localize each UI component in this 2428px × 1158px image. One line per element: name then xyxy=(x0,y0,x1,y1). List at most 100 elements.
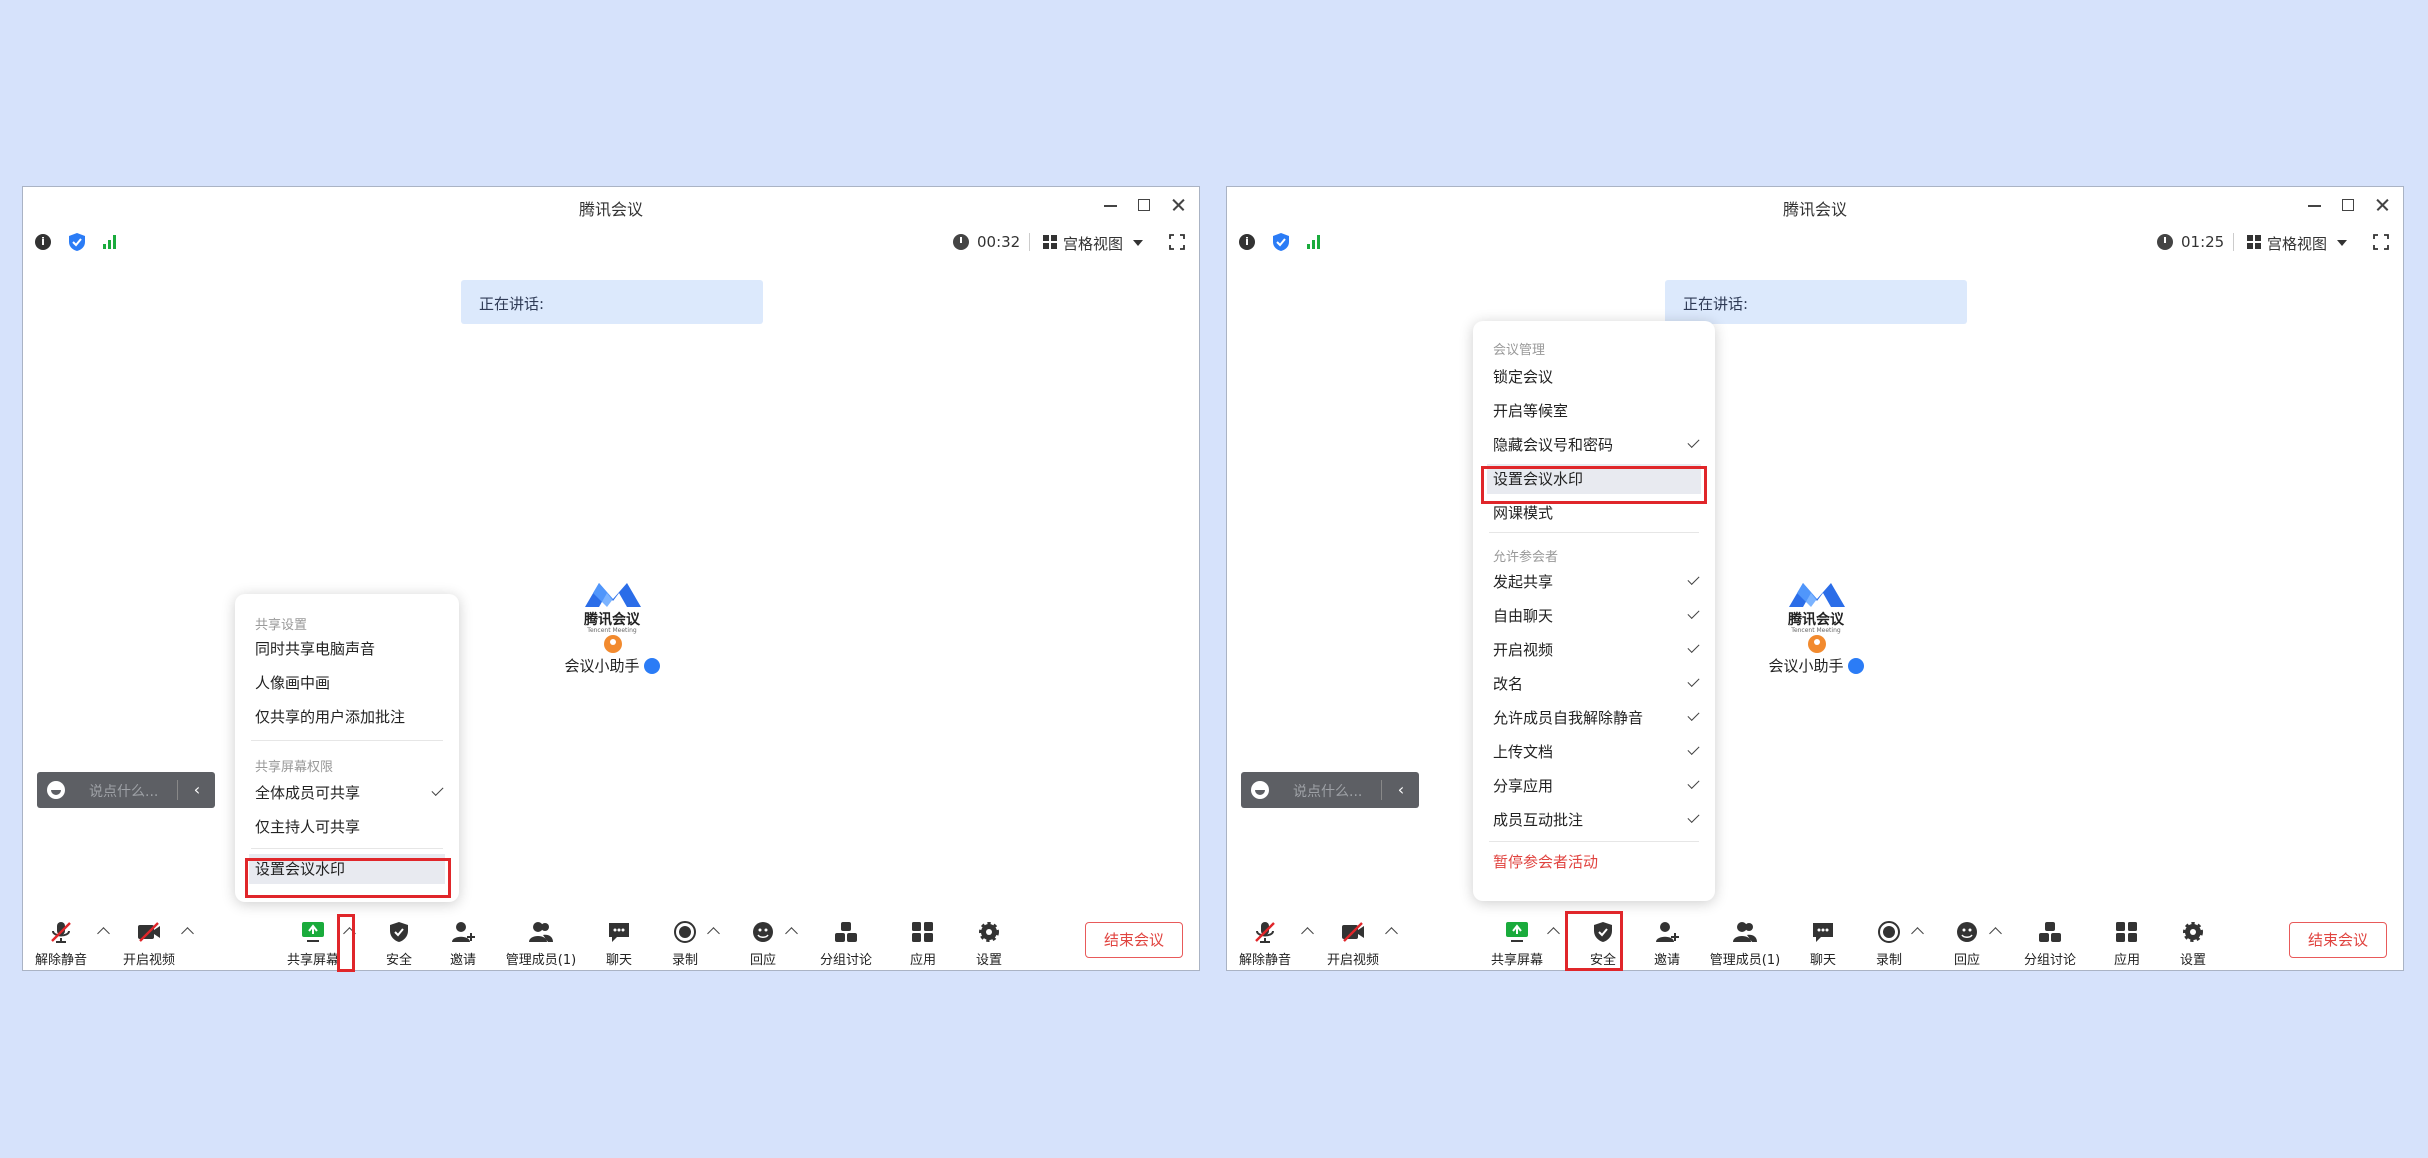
manage-members-button[interactable]: 管理成员(1) xyxy=(503,907,579,971)
toolbar-label: 共享屏幕 xyxy=(1490,953,1543,968)
share-screen-button[interactable]: 共享屏幕 xyxy=(1489,907,1545,971)
chevron-up-icon[interactable] xyxy=(1301,927,1314,940)
apps-button[interactable]: 应用 xyxy=(901,907,945,971)
menu-item-hide-meeting-id[interactable]: 隐藏会议号和密码 xyxy=(1493,430,1700,460)
emoji-icon[interactable] xyxy=(47,781,65,799)
participant-tile[interactable]: 腾讯会议 Tencent Meeting 会议小助手 xyxy=(557,579,667,699)
menu-item-allow-upload[interactable]: 上传文档 xyxy=(1493,737,1700,767)
end-meeting-button[interactable]: 结束会议 xyxy=(1085,922,1183,958)
security-button[interactable]: 安全 xyxy=(377,907,421,971)
react-button[interactable]: 回应 xyxy=(1945,907,1989,971)
maximize-button[interactable] xyxy=(2333,191,2363,219)
menu-item-label: 开启视频 xyxy=(1493,641,1554,659)
view-mode-label[interactable]: 宫格视图 xyxy=(2267,233,2327,254)
menu-item-allow-annotation[interactable]: 成员互动批注 xyxy=(1493,805,1700,835)
menu-item-lock-meeting[interactable]: 锁定会议 xyxy=(1493,362,1699,392)
chevron-down-icon[interactable] xyxy=(2337,240,2347,246)
chevron-up-icon[interactable] xyxy=(1547,927,1560,940)
chevron-up-icon[interactable] xyxy=(707,927,720,940)
collapse-chat-icon[interactable]: ‹ xyxy=(187,780,207,800)
menu-item-label: 改名 xyxy=(1493,675,1524,693)
menu-item-share-audio[interactable]: 同时共享电脑声音 xyxy=(255,634,443,664)
menu-item-allow-rename[interactable]: 改名 xyxy=(1493,669,1700,699)
invite-button[interactable]: 邀请 xyxy=(441,907,485,971)
meeting-window-left: 腾讯会议 i 00:32 宫格视图 正在讲话: 腾讯会议 Tencent Mee… xyxy=(22,186,1200,972)
minimize-button[interactable] xyxy=(2299,191,2329,219)
grid-view-icon[interactable] xyxy=(1043,235,1057,249)
menu-item-allow-share[interactable]: 发起共享 xyxy=(1493,567,1700,597)
menu-item-host-share[interactable]: 仅主持人可共享 xyxy=(255,812,443,842)
chat-button[interactable]: 聊天 xyxy=(597,907,641,971)
record-button[interactable]: 录制 xyxy=(1867,907,1911,971)
chat-input-box[interactable]: 说点什么... ‹ xyxy=(1241,772,1419,808)
chat-input-placeholder[interactable]: 说点什么... xyxy=(89,781,158,801)
menu-item-pause-activity[interactable]: 暂停参会者活动 xyxy=(1493,847,1699,877)
chat-button[interactable]: 聊天 xyxy=(1801,907,1845,971)
emoji-icon[interactable] xyxy=(1251,781,1269,799)
check-icon xyxy=(1687,435,1700,449)
menu-item-label: 隐藏会议号和密码 xyxy=(1493,436,1614,454)
toolbar-label: 设置 xyxy=(2179,953,2206,968)
chevron-up-icon[interactable] xyxy=(1911,927,1924,940)
settings-button[interactable]: 设置 xyxy=(2171,907,2215,971)
meeting-info-icon[interactable]: i xyxy=(35,234,51,250)
apps-button[interactable]: 应用 xyxy=(2105,907,2149,971)
collapse-chat-icon[interactable]: ‹ xyxy=(1391,780,1411,800)
participant-name: 会议小助手 xyxy=(557,655,667,676)
maximize-button[interactable] xyxy=(1129,191,1159,219)
menu-item-waiting-room[interactable]: 开启等候室 xyxy=(1493,396,1699,426)
menu-item-all-share[interactable]: 全体成员可共享 xyxy=(255,778,444,808)
meeting-info-icon[interactable]: i xyxy=(1239,234,1255,250)
menu-item-label: 允许成员自我解除静音 xyxy=(1493,709,1644,727)
fullscreen-icon[interactable] xyxy=(1169,234,1185,250)
window-title: 腾讯会议 xyxy=(1782,200,1847,219)
fullscreen-icon[interactable] xyxy=(2373,234,2389,250)
unmute-button[interactable]: 解除静音 xyxy=(35,907,87,971)
menu-item-allow-video[interactable]: 开启视频 xyxy=(1493,635,1700,665)
chevron-up-icon[interactable] xyxy=(1989,927,2002,940)
speaking-indicator: 正在讲话: xyxy=(461,280,763,324)
meeting-timer: 00:32 xyxy=(977,233,1021,251)
tencent-meeting-logo xyxy=(1789,583,1845,607)
menu-item-allow-share-app[interactable]: 分享应用 xyxy=(1493,771,1700,801)
menu-item-pip[interactable]: 人像画中画 xyxy=(255,668,443,698)
record-button[interactable]: 录制 xyxy=(663,907,707,971)
menu-item-label: 分享应用 xyxy=(1493,777,1554,795)
close-button[interactable] xyxy=(2367,191,2397,219)
check-icon xyxy=(1687,606,1700,620)
start-video-button[interactable]: 开启视频 xyxy=(1325,907,1381,971)
security-shield-icon[interactable] xyxy=(1273,233,1289,251)
settings-button[interactable]: 设置 xyxy=(967,907,1011,971)
breakout-button[interactable]: 分组讨论 xyxy=(813,907,879,971)
toolbar-label: 录制 xyxy=(1875,953,1902,968)
menu-item-label: 成员互动批注 xyxy=(1493,811,1584,829)
camera-off-icon xyxy=(138,922,160,942)
chat-input-box[interactable]: 说点什么... ‹ xyxy=(37,772,215,808)
menu-item-allow-unmute[interactable]: 允许成员自我解除静音 xyxy=(1493,703,1700,733)
invite-user-icon xyxy=(1656,922,1679,942)
menu-item-annotation[interactable]: 仅共享的用户添加批注 xyxy=(255,702,443,732)
chevron-up-icon[interactable] xyxy=(1385,927,1398,940)
security-shield-icon[interactable] xyxy=(69,233,85,251)
menu-item-allow-chat[interactable]: 自由聊天 xyxy=(1493,601,1700,631)
network-signal-icon[interactable] xyxy=(1307,235,1325,249)
end-meeting-button[interactable]: 结束会议 xyxy=(2289,922,2387,958)
manage-members-button[interactable]: 管理成员(1) xyxy=(1707,907,1783,971)
chevron-down-icon[interactable] xyxy=(1133,240,1143,246)
invite-button[interactable]: 邀请 xyxy=(1645,907,1689,971)
network-signal-icon[interactable] xyxy=(103,235,121,249)
chevron-up-icon[interactable] xyxy=(181,927,194,940)
grid-view-icon[interactable] xyxy=(2247,235,2261,249)
participant-tile[interactable]: 腾讯会议 Tencent Meeting 会议小助手 xyxy=(1761,579,1871,699)
close-button[interactable] xyxy=(1163,191,1193,219)
share-screen-button[interactable]: 共享屏幕 xyxy=(285,907,341,971)
start-video-button[interactable]: 开启视频 xyxy=(121,907,177,971)
chat-input-placeholder[interactable]: 说点什么... xyxy=(1293,781,1362,801)
chevron-up-icon[interactable] xyxy=(785,927,798,940)
react-button[interactable]: 回应 xyxy=(741,907,785,971)
minimize-button[interactable] xyxy=(1095,191,1125,219)
breakout-button[interactable]: 分组讨论 xyxy=(2017,907,2083,971)
unmute-button[interactable]: 解除静音 xyxy=(1239,907,1291,971)
view-mode-label[interactable]: 宫格视图 xyxy=(1063,233,1123,254)
chevron-up-icon[interactable] xyxy=(97,927,110,940)
